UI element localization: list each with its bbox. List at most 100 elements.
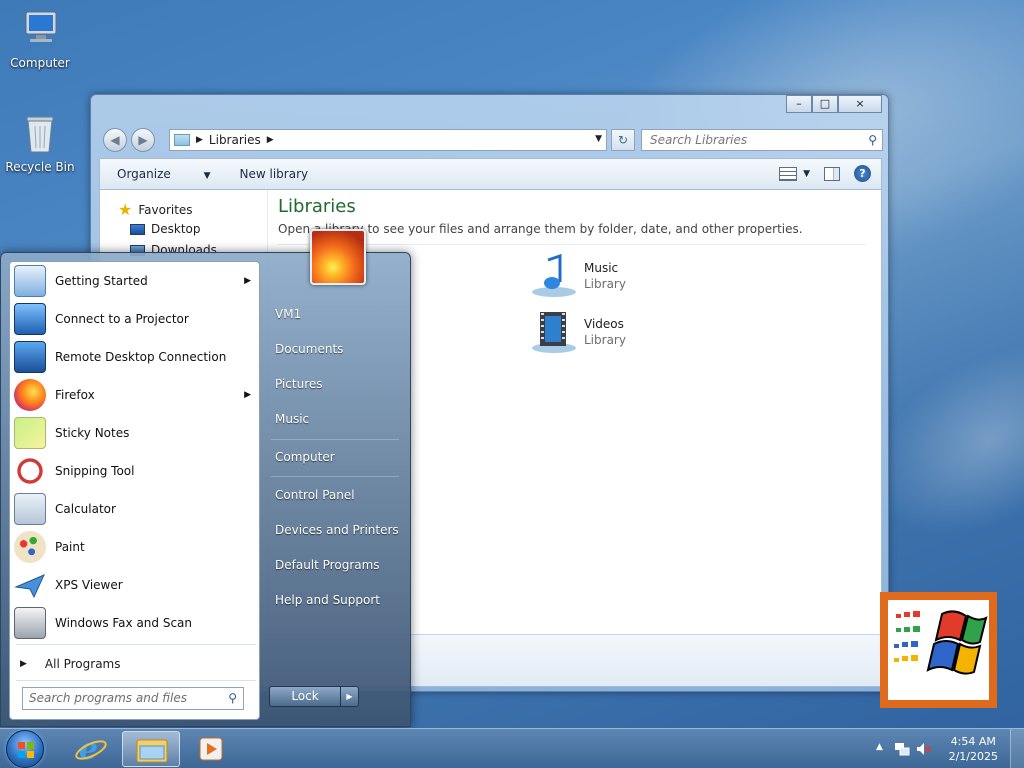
program-remote-desktop[interactable]: Remote Desktop Connection [10, 338, 261, 376]
getting-started-icon [14, 265, 46, 297]
star-icon: ★ [118, 200, 133, 219]
view-details-icon [779, 166, 798, 181]
refresh-button[interactable]: ↻ [611, 129, 635, 151]
breadcrumb-chevron-icon[interactable]: ▶ [267, 135, 274, 145]
forward-button[interactable]: ▶ [131, 128, 155, 152]
notification-area: ▲ 4:54 AM 2/1/2025 [864, 729, 1024, 768]
breadcrumb-libraries[interactable]: Libraries [209, 133, 261, 147]
nav-favorites-label: Favorites [138, 202, 193, 217]
nav-desktop-label: Desktop [151, 222, 201, 236]
start-search-input[interactable]: Search programs and files ⚲ [22, 687, 244, 710]
program-getting-started[interactable]: Getting Started ▶ [10, 262, 261, 300]
help-icon[interactable]: ? [854, 165, 871, 182]
start-button[interactable] [6, 730, 44, 768]
program-sticky-notes[interactable]: Sticky Notes [10, 414, 261, 452]
volume-muted-icon[interactable] [916, 741, 932, 757]
chevron-right-icon: ▶ [20, 659, 27, 669]
close-button[interactable]: × [838, 95, 882, 113]
library-name: Videos [584, 317, 624, 331]
forward-arrow-icon: ▶ [138, 133, 148, 147]
music-library-icon [532, 253, 576, 297]
lock-button[interactable]: Lock [269, 686, 341, 707]
back-button[interactable]: ◀ [103, 128, 127, 152]
computer-icon [20, 8, 60, 52]
xps-viewer-icon [14, 569, 46, 601]
start-item-music[interactable]: Music [275, 412, 309, 426]
program-calculator[interactable]: Calculator [10, 490, 261, 528]
start-item-devices-printers[interactable]: Devices and Printers [275, 523, 399, 537]
address-bar[interactable]: ▶ Libraries ▶ ▼ [169, 129, 607, 151]
start-item-control-panel[interactable]: Control Panel [275, 488, 355, 502]
breadcrumb-chevron-icon: ▶ [196, 135, 203, 145]
user-avatar[interactable] [310, 229, 366, 285]
program-label: Paint [55, 540, 85, 554]
start-item-default-programs[interactable]: Default Programs [275, 558, 380, 572]
library-name: Music [584, 261, 619, 275]
organize-button[interactable]: Organize ▼ [117, 167, 211, 181]
recycle-bin-icon [20, 112, 60, 156]
network-icon[interactable] [894, 741, 910, 757]
all-programs-button[interactable]: ▶ All Programs [10, 649, 261, 679]
library-item-music[interactable]: Music Library [530, 252, 626, 300]
chevron-down-icon: ▼ [203, 171, 211, 181]
library-item-videos[interactable]: Videos Library [530, 308, 626, 356]
show-desktop-button[interactable] [1010, 729, 1024, 768]
search-icon: ⚲ [868, 133, 877, 147]
program-snipping-tool[interactable]: Snipping Tool [10, 452, 261, 490]
internet-explorer-icon: e [75, 732, 107, 767]
desktop-icon-computer[interactable]: Computer [0, 8, 80, 70]
show-hidden-icons-arrow-icon[interactable]: ▲ [876, 742, 883, 752]
nav-favorites[interactable]: ★ Favorites [118, 200, 193, 219]
desktop-icon-recycle-bin[interactable]: Recycle Bin [0, 112, 80, 174]
divider [271, 476, 399, 477]
start-item-user[interactable]: VM1 [275, 307, 301, 321]
snipping-tool-icon [14, 455, 46, 487]
program-label: Getting Started [55, 274, 148, 288]
caption-buttons: – □ × [786, 95, 882, 113]
program-label: Calculator [55, 502, 116, 516]
address-dropdown-icon[interactable]: ▼ [595, 134, 602, 144]
new-library-button[interactable]: New library [240, 167, 309, 181]
start-item-documents[interactable]: Documents [275, 342, 343, 356]
start-item-help-support[interactable]: Help and Support [275, 593, 380, 607]
paint-icon [14, 531, 46, 563]
windows-flag-icon [894, 610, 988, 675]
program-firefox[interactable]: Firefox ▶ [10, 376, 261, 414]
taskbar-internet-explorer[interactable]: e [62, 731, 120, 767]
start-item-computer[interactable]: Computer [275, 450, 335, 464]
search-input[interactable]: Search Libraries ⚲ [641, 129, 883, 151]
folder-icon [136, 739, 168, 763]
library-type: Library [584, 333, 626, 347]
preview-pane-icon[interactable] [824, 166, 840, 181]
search-icon: ⚲ [228, 691, 237, 705]
videos-library-icon [532, 312, 576, 353]
divider [278, 244, 866, 245]
libraries-folder-icon [174, 134, 190, 146]
taskbar-windows-explorer[interactable] [122, 731, 180, 767]
program-xps-viewer[interactable]: XPS Viewer [10, 566, 261, 604]
clock[interactable]: 4:54 AM 2/1/2025 [949, 734, 998, 764]
minimize-button[interactable]: – [786, 95, 812, 113]
start-item-pictures[interactable]: Pictures [275, 377, 323, 391]
start-places-pane: VM1 Documents Pictures Music Computer Co… [263, 229, 411, 728]
program-label: Remote Desktop Connection [55, 350, 227, 364]
program-connect-projector[interactable]: Connect to a Projector [10, 300, 261, 338]
program-label: XPS Viewer [55, 578, 123, 592]
change-view-button[interactable]: ▼ [779, 166, 810, 181]
start-programs-pane: Getting Started ▶ Connect to a Projector… [9, 261, 260, 720]
maximize-button[interactable]: □ [812, 95, 838, 113]
submenu-arrow-icon[interactable]: ▶ [244, 390, 251, 400]
program-fax-scan[interactable]: Windows Fax and Scan [10, 604, 261, 642]
all-programs-label: All Programs [44, 657, 121, 671]
navigation-bar: ◀ ▶ ▶ Libraries ▶ ▼ ↻ Search Libraries ⚲ [99, 127, 885, 153]
shutdown-options-button[interactable]: ▶ [341, 686, 359, 707]
nav-desktop[interactable]: Desktop [130, 222, 201, 236]
taskbar-media-player[interactable] [182, 731, 240, 767]
page-title: Libraries [278, 196, 356, 217]
submenu-arrow-icon[interactable]: ▶ [244, 276, 251, 286]
search-placeholder: Search Libraries [650, 133, 748, 147]
program-paint[interactable]: Paint [10, 528, 261, 566]
desktop-icon-label: Computer [10, 56, 70, 70]
clock-date: 2/1/2025 [948, 750, 998, 763]
chevron-down-icon: ▼ [803, 168, 810, 179]
